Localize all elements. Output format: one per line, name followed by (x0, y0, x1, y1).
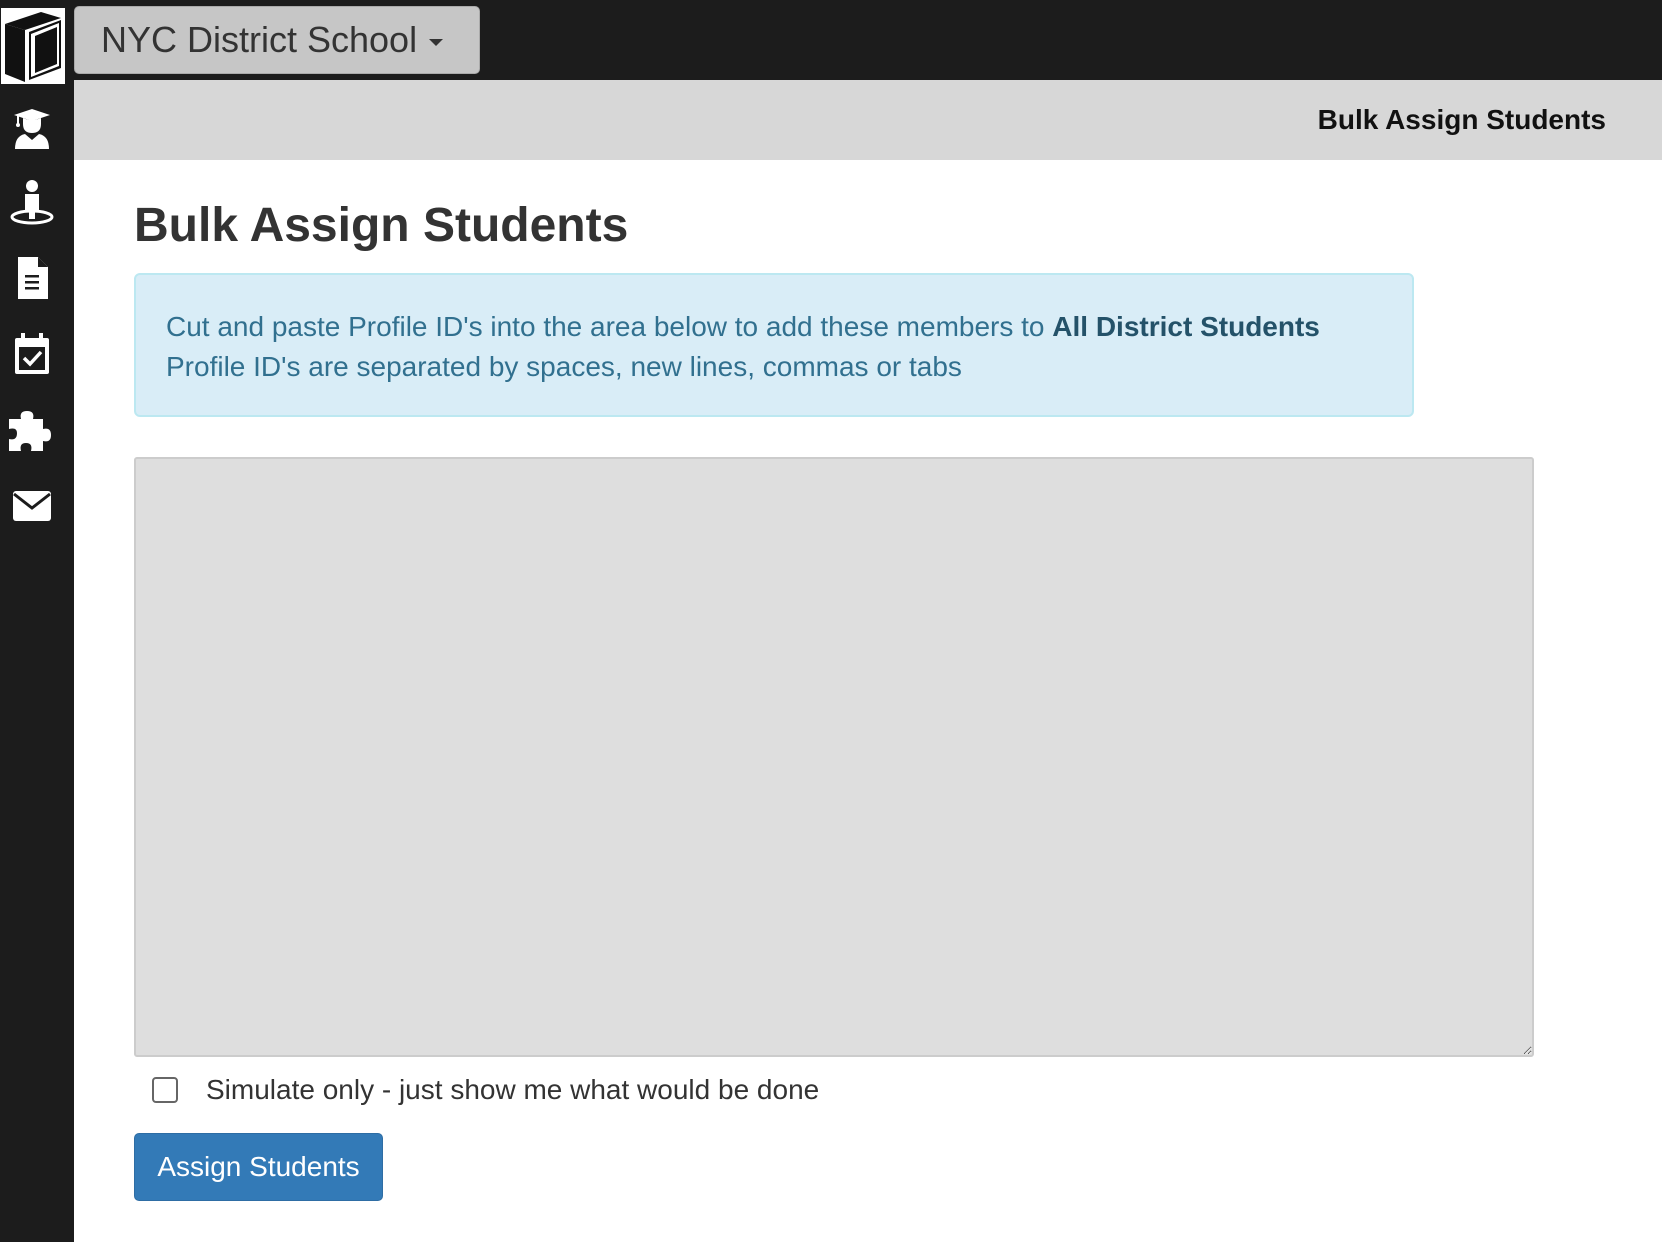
assign-students-button[interactable]: Assign Students (134, 1133, 383, 1201)
student-icon[interactable] (8, 178, 56, 226)
info-line-1: Cut and paste Profile ID's into the area… (166, 307, 1382, 347)
school-selector-label: NYC District School (101, 19, 418, 60)
target-group-name: All District Students (1052, 311, 1320, 342)
calendar-check-icon[interactable] (8, 330, 56, 378)
simulate-label[interactable]: Simulate only - just show me what would … (206, 1074, 819, 1106)
chevron-down-icon (429, 38, 444, 46)
top-navbar: NYC District School (74, 0, 1662, 80)
info-alert: Cut and paste Profile ID's into the area… (134, 273, 1414, 417)
puzzle-icon[interactable] (8, 406, 56, 454)
info-line-2: Profile ID's are separated by spaces, ne… (166, 351, 962, 382)
document-icon[interactable] (8, 254, 56, 302)
envelope-icon[interactable] (8, 482, 56, 530)
simulate-checkbox[interactable] (152, 1077, 178, 1103)
breadcrumb: Bulk Assign Students (74, 80, 1662, 160)
school-selector-dropdown[interactable]: NYC District School (74, 6, 480, 74)
breadcrumb-title: Bulk Assign Students (1317, 104, 1606, 135)
page-title: Bulk Assign Students (134, 199, 629, 252)
graduate-icon[interactable] (8, 104, 56, 152)
book-logo-icon[interactable] (0, 6, 66, 86)
info-line-1-text: Cut and paste Profile ID's into the area… (166, 311, 1053, 342)
simulate-row: Simulate only - just show me what would … (152, 1074, 819, 1106)
sidebar (0, 0, 74, 1242)
profile-ids-textarea[interactable] (134, 457, 1534, 1057)
